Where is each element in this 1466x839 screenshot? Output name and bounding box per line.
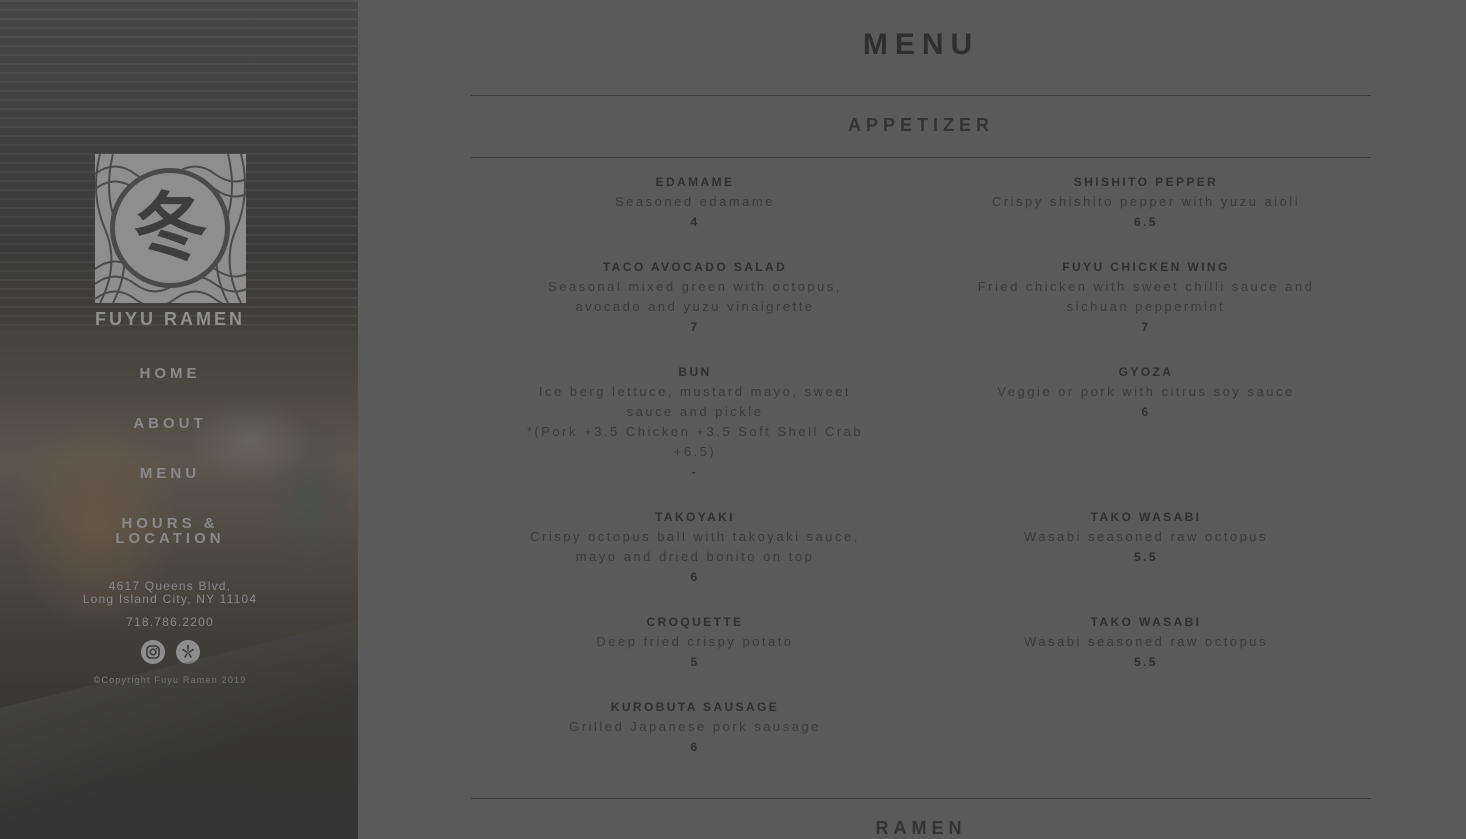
item-desc: +6.5): [673, 444, 717, 459]
item-desc: Crispy shishito pepper with yuzu aioli: [991, 194, 1301, 209]
item-name: SHISHITO PEPPER: [1073, 175, 1219, 189]
item-desc: Grilled Japanese pork sausage: [569, 719, 821, 734]
menu-item-bun: BUN Ice berg lettuce, mustard mayo, swee…: [520, 362, 870, 482]
menu-item-tako-wasabi: TAKO WASABI Wasabi seasoned raw octopus …: [971, 612, 1321, 672]
item-name: CROQUETTE: [646, 615, 744, 629]
item-name: TAKO WASABI: [1090, 510, 1202, 524]
item-price: -: [691, 465, 699, 479]
item-name: GYOZA: [1118, 365, 1174, 379]
menu-item-takoyaki: TAKOYAKI Crispy octopus ball with takoya…: [520, 507, 870, 587]
nav-home[interactable]: HOME: [0, 366, 340, 381]
item-name: TACO AVOCADO SALAD: [602, 260, 788, 274]
item-price: 7: [690, 320, 700, 334]
section-title-appetizer: APPETIZER: [847, 115, 994, 135]
item-desc: sauce and pickle: [626, 404, 764, 419]
item-desc: Fried chicken with sweet chilli sauce an…: [977, 279, 1315, 294]
brand-name: FUYU RAMEN: [95, 309, 245, 329]
item-price: 5.5: [1134, 655, 1158, 669]
divider: [471, 95, 1371, 96]
item-price: 6.5: [1134, 215, 1158, 229]
menu-item-gyoza: GYOZA Veggie or pork with citrus soy sau…: [971, 362, 1321, 422]
item-desc: sichuan peppermint: [1066, 299, 1226, 314]
sidebar: 冬 FUYU RAMEN HOME ABOUT MENU HOURS & LOC…: [0, 0, 358, 839]
nav-hours-line2: LOCATION: [115, 530, 225, 547]
nav-hours-line1: HOURS &: [121, 515, 219, 532]
item-desc: Veggie or pork with citrus soy sauce: [997, 384, 1295, 399]
item-name: FUYU CHICKEN WING: [1062, 260, 1230, 274]
nav-menu[interactable]: MENU: [0, 466, 340, 481]
menu-item-kurobuta-sausage: KUROBUTA SAUSAGE Grilled Japanese pork s…: [520, 697, 870, 757]
item-desc: avocado and yuzu vinaigrette: [575, 299, 815, 314]
item-price: 4: [690, 215, 700, 229]
menu-item-tako-wasabi: TAKO WASABI Wasabi seasoned raw octopus …: [971, 507, 1321, 567]
item-name: EDAMAME: [655, 175, 735, 189]
item-name: BUN: [678, 365, 712, 379]
yelp-icon[interactable]: [176, 640, 200, 664]
item-desc: Crispy octopus ball with takoyaki sauce,: [530, 529, 860, 544]
menu-item-taco-avocado-salad: TACO AVOCADO SALAD Seasonal mixed green …: [520, 257, 870, 337]
address-line2: Long Island City, NY 11104: [82, 592, 258, 606]
item-desc: Wasabi seasoned raw octopus: [1023, 529, 1269, 544]
item-desc: Seasonal mixed green with octopus,: [548, 279, 842, 294]
item-price: 6: [690, 570, 700, 584]
nav-hours-location[interactable]: HOURS & LOCATION: [0, 516, 340, 546]
brand-logo[interactable]: 冬: [95, 154, 246, 303]
copyright: ©Copyright Fuyu Ramen 2019: [93, 675, 247, 685]
logo-glyph: 冬: [133, 185, 208, 271]
menu-item-croquette: CROQUETTE Deep fried crispy potato 5: [520, 612, 870, 672]
item-price: 7: [1141, 320, 1151, 334]
item-desc: Wasabi seasoned raw octopus: [1023, 634, 1269, 649]
address: 4617 Queens Blvd, Long Island City, NY 1…: [0, 580, 340, 606]
item-desc: Deep fried crispy potato: [596, 634, 794, 649]
menu-item-fuyu-chicken-wing: FUYU CHICKEN WING Fried chicken with swe…: [971, 257, 1321, 337]
item-desc: mayo and dried bonito on top: [575, 549, 815, 564]
divider: [471, 798, 1371, 799]
item-price: 5.5: [1134, 550, 1158, 564]
menu-item-edamame: EDAMAME Seasoned edamame 4: [520, 172, 870, 232]
item-name: KUROBUTA SAUSAGE: [610, 700, 780, 714]
item-price: 6: [690, 740, 700, 754]
item-desc: *(Pork +3.5 Chicken +3.5 Soft Shell Crab: [526, 424, 864, 439]
divider: [471, 157, 1371, 158]
item-desc: Ice berg lettuce, mustard mayo, sweet: [538, 384, 852, 399]
item-desc: Seasoned edamame: [615, 194, 775, 209]
menu-item-shishito-pepper: SHISHITO PEPPER Crispy shishito pepper w…: [971, 172, 1321, 232]
nav-about[interactable]: ABOUT: [0, 416, 340, 431]
item-name: TAKO WASABI: [1090, 615, 1202, 629]
page-title: MENU: [862, 28, 980, 61]
section-title-ramen: RAMEN: [875, 818, 967, 838]
item-price: 6: [1141, 405, 1151, 419]
instagram-icon[interactable]: [141, 640, 165, 664]
item-price: 5: [690, 655, 700, 669]
phone-number[interactable]: 718.786.2200: [0, 616, 340, 629]
item-name: TAKOYAKI: [655, 510, 735, 524]
